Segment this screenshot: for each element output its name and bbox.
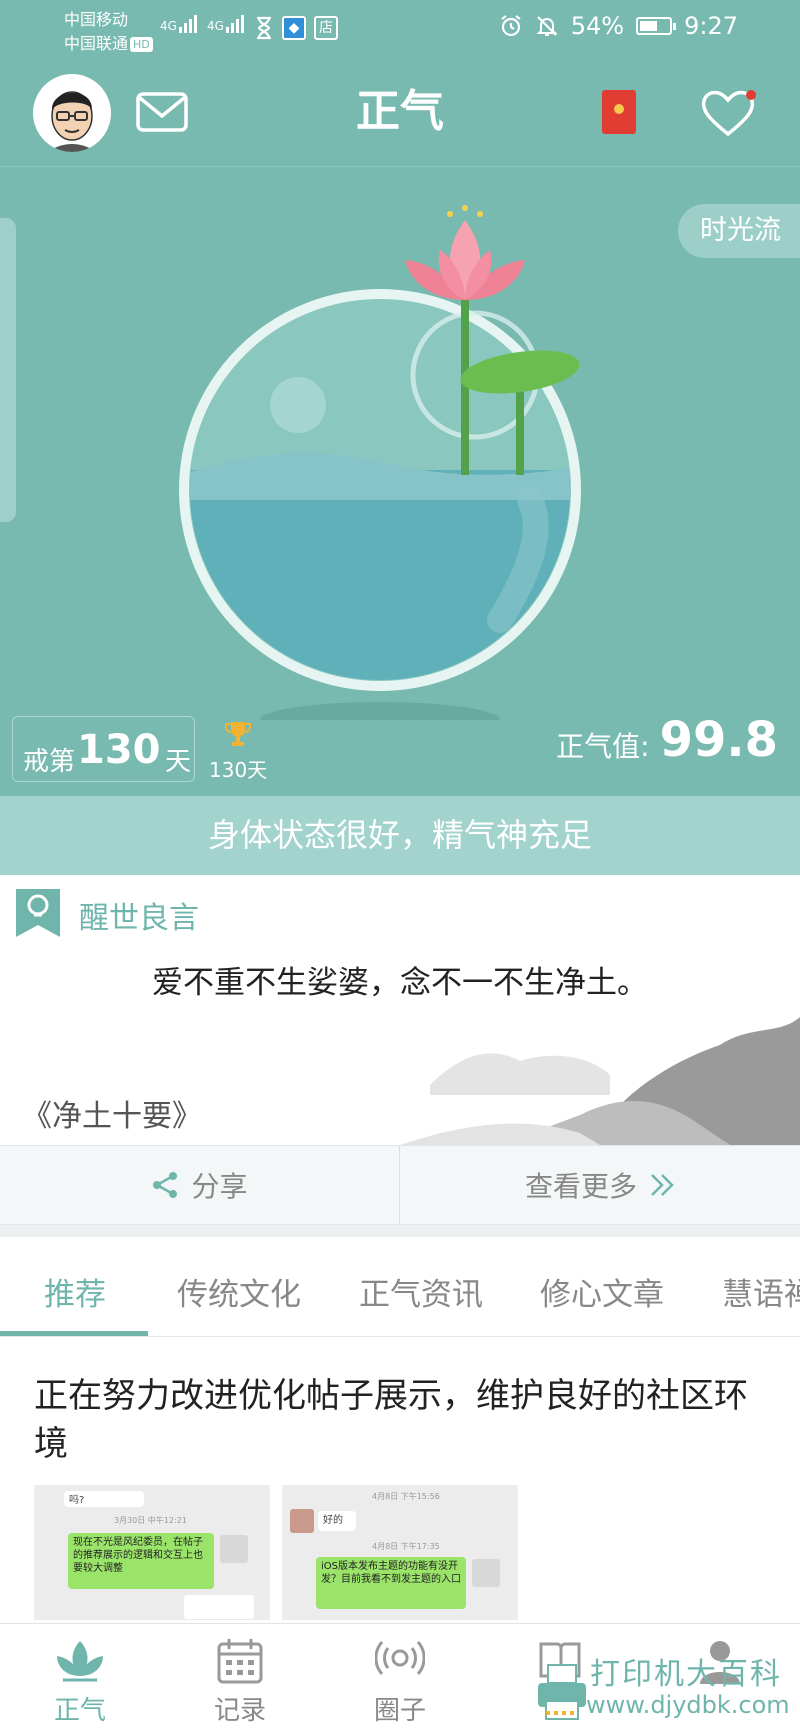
share-label: 分享 [191, 1170, 248, 1203]
share-icon [153, 1172, 178, 1198]
post-title[interactable]: 正在努力改进优化帖子展示，维护良好的社区环境 [34, 1372, 774, 1468]
signal-label: 4G [206, 19, 224, 33]
signal-icon: 4G [160, 15, 197, 33]
chat-bubble: 吗? [64, 1491, 144, 1507]
chat-bubble: 好的 [318, 1511, 356, 1531]
view-more-label: 查看更多 [524, 1170, 637, 1203]
calendar-icon [217, 1639, 263, 1684]
quote-source: 《净土十要》 [22, 1099, 202, 1134]
post-image[interactable]: 吗? 3月30日 中午12:21 现在不光是风纪委员，在帖子的推荐展示的逻辑和交… [34, 1485, 270, 1620]
hd-badge: HD [130, 37, 153, 52]
quote-text: 爱不重不生娑婆，念不一不生净土。 [152, 965, 648, 1001]
chat-avatar [472, 1559, 500, 1587]
top-bar: 正气 [0, 64, 800, 164]
tab-articles[interactable]: 修心文章 [540, 1269, 664, 1314]
streak-counter: 戒第 130 天 [12, 716, 195, 782]
broadcast-icon [375, 1641, 425, 1675]
nav-label: 圈子 [373, 1696, 426, 1726]
hourglass-icon [257, 16, 271, 40]
nav-item-circle[interactable]: 圈子 [320, 1624, 480, 1733]
side-drawer-handle[interactable] [0, 218, 16, 522]
streak-days: 130 [77, 727, 161, 773]
red-packet-icon[interactable] [602, 90, 636, 134]
quote-card: 醒世良言 爱不重不生娑婆，念不一不生净土。 《净土十要》 [0, 875, 800, 1145]
mail-icon[interactable] [136, 92, 188, 132]
mute-icon [536, 16, 558, 36]
status-bar: 中国移动 中国联通 HD 4G 4G ◆ 店 54% 9:27 [0, 0, 800, 64]
carrier-secondary: 中国联通 [64, 34, 129, 53]
nav-item-record[interactable]: 记录 [160, 1624, 320, 1733]
zhengqi-label: 正气值: [556, 730, 650, 763]
chat-time: 4月8日 下午17:35 [372, 1542, 440, 1551]
battery-icon [636, 17, 677, 35]
streak-prefix: 戒第 [23, 747, 76, 777]
status-right: 54% 9:27 [499, 12, 738, 40]
box-icon: ◆ [282, 16, 306, 40]
category-tabs: 推荐 传统文化 正气资讯 修心文章 慧语禅 [0, 1237, 800, 1337]
double-chevron-icon [651, 1174, 674, 1196]
quote-actions: 分享 查看更多 [0, 1145, 800, 1225]
site-watermark: 打印机大百科 www.djydbk.com [536, 1643, 800, 1733]
nav-item-zhengqi[interactable]: 正气 [0, 1624, 160, 1733]
chat-bubble-green: 现在不光是风纪委员，在帖子的推荐展示的逻辑和交互上也要较大调整 [68, 1533, 214, 1589]
active-tab-indicator [0, 1331, 148, 1336]
tab-news[interactable]: 正气资讯 [359, 1269, 483, 1314]
chat-bubble [184, 1595, 254, 1619]
post-image[interactable]: 4月8日 下午15:56 好的 4月8日 下午17:35 iOS版本发布主题的功… [282, 1485, 518, 1620]
battery-percent: 54% [570, 12, 625, 40]
ink-mountain-illustration [400, 1017, 800, 1145]
zhengqi-value: 99.8 [659, 712, 778, 768]
page-title: 正气 [356, 86, 444, 137]
carrier-primary: 中国移动 [64, 10, 129, 29]
printer-icon [538, 1664, 586, 1720]
lightbulb-icon [16, 889, 60, 937]
signal-label: 4G [160, 19, 177, 33]
body-status-text: 身体状态很好，精气神充足 [0, 796, 800, 875]
notification-dot [746, 90, 756, 100]
signal-indicators: 4G 4G [160, 15, 244, 33]
hero-section: 中国移动 中国联通 HD 4G 4G ◆ 店 54% 9:27 正气 时光流 戒… [0, 0, 800, 875]
chat-bubble-green: iOS版本发布主题的功能有没开发？目前我看不到发主题的入口 [316, 1557, 466, 1609]
trophy-icon [225, 722, 251, 746]
nav-label: 正气 [53, 1696, 106, 1726]
chat-avatar [290, 1509, 314, 1533]
tab-recommend[interactable]: 推荐 [44, 1269, 106, 1314]
clock: 9:27 [684, 12, 738, 40]
chat-avatar [220, 1535, 248, 1563]
shop-icon: 店 [314, 16, 338, 40]
user-avatar[interactable] [33, 74, 111, 152]
lotus-icon [57, 1641, 103, 1682]
record-days: 130天 [209, 758, 268, 782]
nav-label: 记录 [213, 1696, 266, 1726]
section-gap [0, 1225, 800, 1237]
chat-time: 3月30日 中午12:21 [114, 1516, 187, 1525]
chat-time: 4月8日 下午15:56 [372, 1492, 440, 1501]
quote-header: 醒世良言 [79, 901, 199, 936]
view-more-button[interactable]: 查看更多 [400, 1146, 800, 1224]
avatar-face-icon [47, 91, 97, 152]
watermark-title: 打印机大百科 [590, 1657, 782, 1692]
record-badge[interactable]: 130天 [209, 720, 267, 782]
carrier-secondary-row: 中国联通 HD [64, 32, 153, 56]
tab-traditional-culture[interactable]: 传统文化 [177, 1269, 301, 1314]
app-root: 中国移动 中国联通 HD 4G 4G ◆ 店 54% 9:27 正气 时光流 戒… [0, 0, 800, 1733]
tab-wisdom[interactable]: 慧语禅 [722, 1269, 800, 1314]
alarm-icon [501, 15, 521, 37]
lotus-bowl-illustration [179, 205, 581, 720]
notification-icons: ◆ 店 [254, 16, 338, 40]
streak-suffix: 天 [165, 747, 192, 777]
header-divider [0, 166, 800, 167]
zhengqi-score: 正气值: 99.8 [556, 712, 778, 768]
carrier-info: 中国移动 中国联通 HD [64, 8, 153, 56]
watermark-url: www.djydbk.com [586, 1691, 790, 1719]
signal-icon: 4G [207, 15, 244, 33]
timeflow-button[interactable]: 时光流 [678, 204, 800, 258]
share-button[interactable]: 分享 [0, 1146, 399, 1224]
